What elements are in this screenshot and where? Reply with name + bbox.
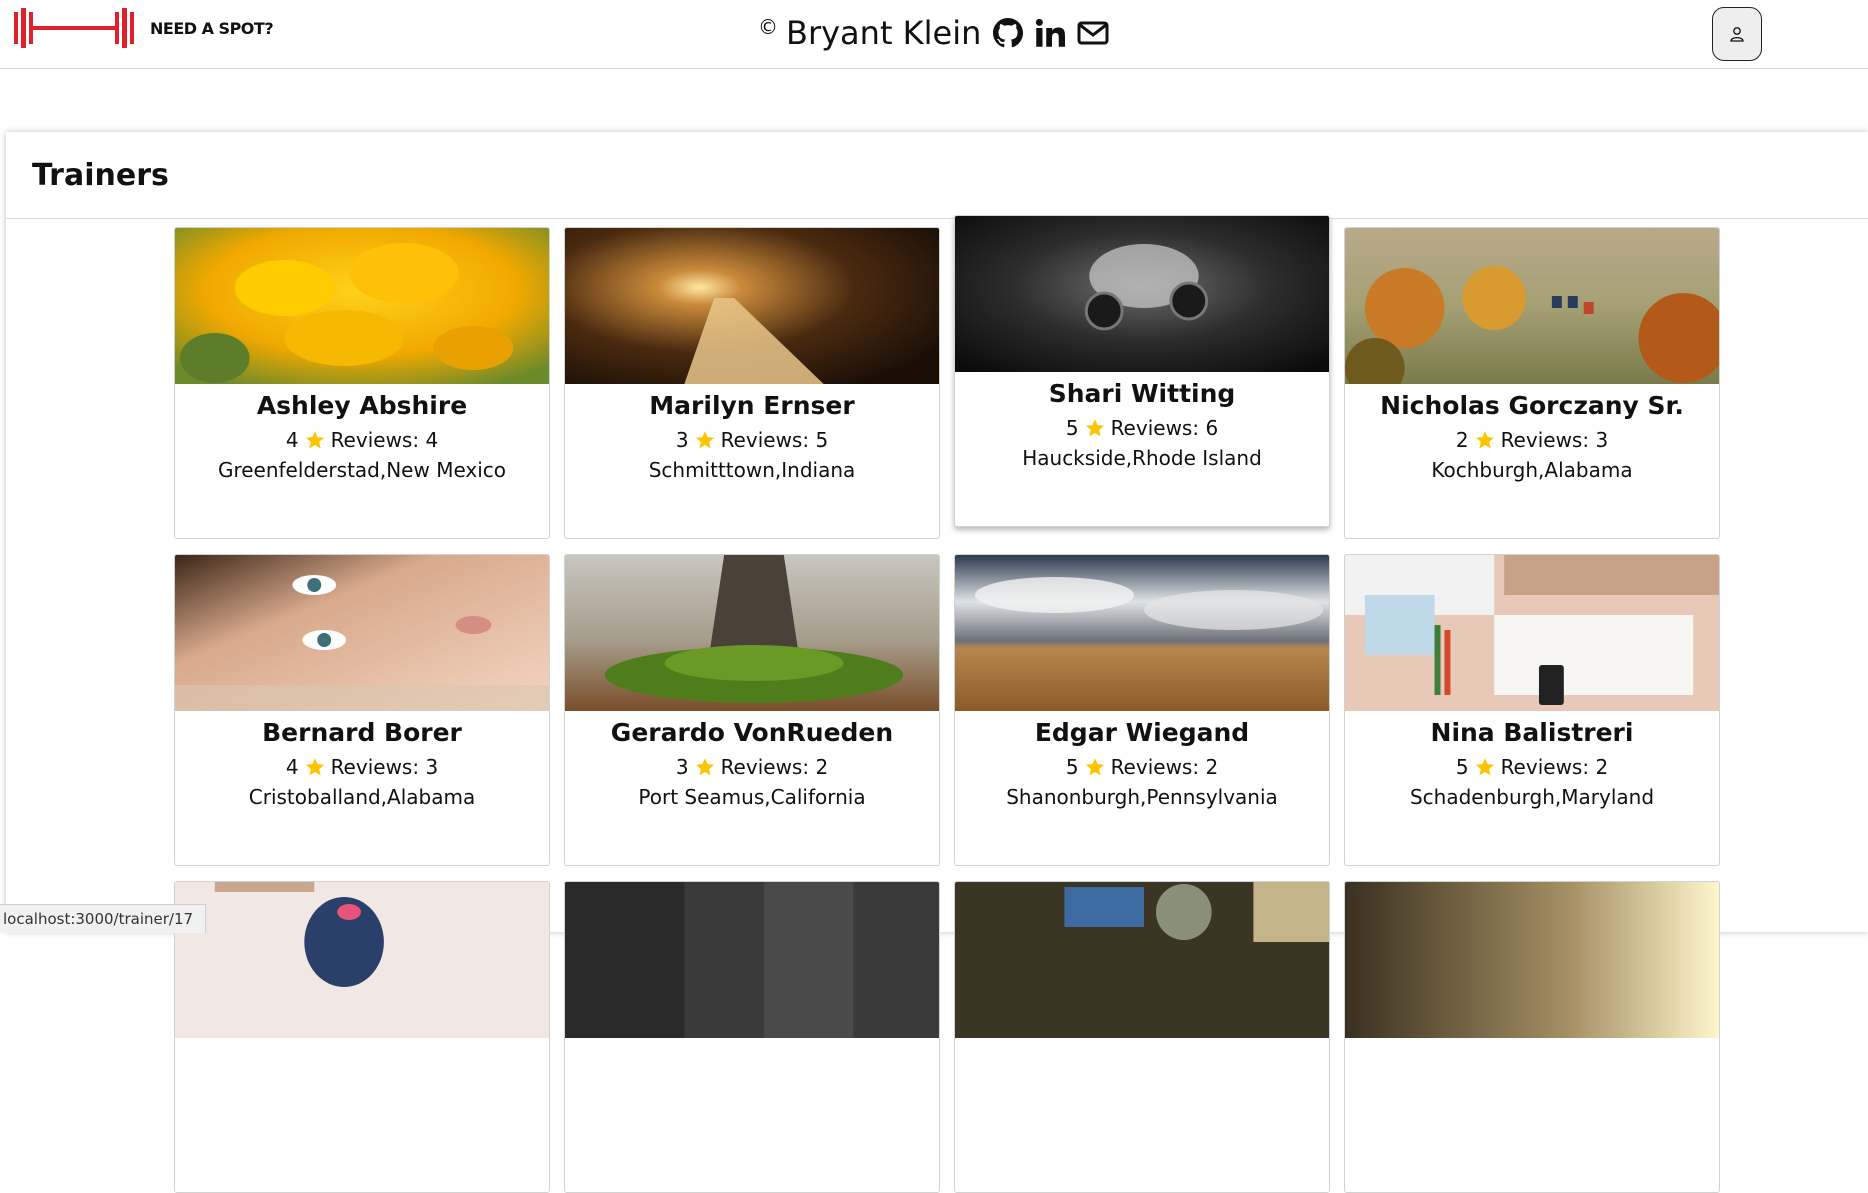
trainer-photo xyxy=(175,555,549,711)
trainer-name: Ashley Abshire xyxy=(256,391,468,420)
trainer-rating: 5 Reviews: 6 xyxy=(955,412,1329,444)
mail-icon[interactable] xyxy=(1077,18,1109,48)
reviews-count: 2 xyxy=(1595,755,1609,779)
trainer-location: Shanonburgh,Pennsylvania xyxy=(1006,785,1278,809)
trainer-card[interactable] xyxy=(174,881,550,1193)
trainer-location: Hauckside,Rhode Island xyxy=(1022,446,1262,470)
trainer-name: Nicholas Gorczany Sr. xyxy=(1380,391,1684,420)
reviews-count: 3 xyxy=(425,755,439,779)
trainer-photo xyxy=(175,882,549,1038)
rating-value: 5 xyxy=(1065,755,1079,779)
trainer-name: Shari Witting xyxy=(1048,379,1236,408)
page-title: Trainers xyxy=(32,157,169,193)
rating-value: 5 xyxy=(1455,755,1469,779)
reviews-count: 4 xyxy=(425,428,439,452)
linkedin-icon[interactable] xyxy=(1035,18,1066,48)
trainer-location: Kochburgh,Alabama xyxy=(1431,458,1633,482)
logo[interactable]: NEED A SPOT? xyxy=(12,6,274,50)
reviews-count: 2 xyxy=(815,755,829,779)
star-icon xyxy=(1475,431,1494,449)
trainer-rating: 5 Reviews: 2 xyxy=(955,751,1329,783)
trainer-rating: 4 Reviews: 4 xyxy=(175,424,549,456)
reviews-label: Reviews: xyxy=(330,428,420,452)
panel-header: Trainers xyxy=(6,132,1868,219)
star-icon xyxy=(695,431,714,449)
trainer-photo xyxy=(1345,228,1719,384)
trainer-name: Nina Balistreri xyxy=(1430,718,1634,747)
barbell-logo-icon xyxy=(14,8,134,48)
trainer-photo xyxy=(565,555,939,711)
reviews-count: 2 xyxy=(1205,755,1219,779)
rating-value: 4 xyxy=(285,428,299,452)
trainer-rating: 5 Reviews: 2 xyxy=(1345,751,1719,783)
user-icon xyxy=(1730,27,1744,42)
trainer-name: Marilyn Ernser xyxy=(649,391,855,420)
rating-value: 3 xyxy=(675,428,689,452)
trainer-card[interactable] xyxy=(564,881,940,1193)
trainer-location: Schadenburgh,Maryland xyxy=(1409,785,1655,809)
trainer-rating: 3 Reviews: 2 xyxy=(565,751,939,783)
trainer-card[interactable]: Bernard Borer 4 Reviews: 3 Cristoballand,… xyxy=(174,554,550,866)
rating-value: 2 xyxy=(1455,428,1469,452)
trainer-card[interactable]: Nina Balistreri 5 Reviews: 2 Schadenburgh… xyxy=(1344,554,1720,866)
trainer-photo xyxy=(1345,882,1719,1038)
trainer-rating: 2 Reviews: 3 xyxy=(1345,424,1719,456)
star-icon xyxy=(1085,419,1104,437)
logo-text: NEED A SPOT? xyxy=(150,18,274,38)
trainer-location: Port Seamus,California xyxy=(638,785,866,809)
reviews-count: 5 xyxy=(815,428,829,452)
rating-value: 5 xyxy=(1065,416,1079,440)
author-name: Bryant Klein xyxy=(786,14,982,52)
reviews-count: 6 xyxy=(1205,416,1219,440)
top-navbar: NEED A SPOT? © Bryant Klein xyxy=(0,0,1868,69)
trainer-location: Greenfelderstad,New Mexico xyxy=(217,458,507,482)
trainer-photo xyxy=(175,228,549,384)
copyright-symbol: © xyxy=(758,15,778,39)
trainer-card[interactable]: Ashley Abshire 4 Reviews: 4 Greenfelderst… xyxy=(174,227,550,539)
trainer-rating: 3 Reviews: 5 xyxy=(565,424,939,456)
user-menu-button[interactable] xyxy=(1712,7,1762,61)
trainer-card[interactable]: Marilyn Ernser 3 Reviews: 5 Schmitttown,I… xyxy=(564,227,940,539)
trainer-photo xyxy=(955,882,1329,1038)
trainer-card[interactable] xyxy=(1344,881,1720,1193)
status-bar-url: localhost:3000/trainer/17 xyxy=(0,904,207,933)
author-credit: © Bryant Klein xyxy=(758,14,1109,52)
github-icon[interactable] xyxy=(993,18,1024,48)
trainer-location: Cristoballand,Alabama xyxy=(248,785,476,809)
trainer-card[interactable]: Nicholas Gorczany Sr. 2 Reviews: 3 Kochbu… xyxy=(1344,227,1720,539)
reviews-label: Reviews: xyxy=(1110,755,1200,779)
rating-value: 4 xyxy=(285,755,299,779)
reviews-label: Reviews: xyxy=(720,755,810,779)
star-icon xyxy=(305,431,324,449)
trainer-photo xyxy=(955,555,1329,711)
trainer-photo xyxy=(1345,555,1719,711)
trainer-photo xyxy=(565,228,939,384)
trainer-photo xyxy=(565,882,939,1038)
reviews-label: Reviews: xyxy=(330,755,420,779)
reviews-label: Reviews: xyxy=(1110,416,1200,440)
reviews-label: Reviews: xyxy=(1500,428,1590,452)
trainer-card[interactable]: Edgar Wiegand 5 Reviews: 2 Shanonburgh,Pe… xyxy=(954,554,1330,866)
trainer-card[interactable]: Gerardo VonRueden 3 Reviews: 2 Port Seamu… xyxy=(564,554,940,866)
trainer-card-hovered[interactable]: Shari Witting 5 Reviews: 6 Hauckside,Rhod… xyxy=(954,215,1330,527)
trainer-name: Bernard Borer xyxy=(262,718,462,747)
star-icon xyxy=(1085,758,1104,776)
trainer-card[interactable] xyxy=(954,881,1330,1193)
reviews-label: Reviews: xyxy=(720,428,810,452)
trainer-rating: 4 Reviews: 3 xyxy=(175,751,549,783)
reviews-count: 3 xyxy=(1595,428,1609,452)
star-icon xyxy=(305,758,324,776)
star-icon xyxy=(1475,758,1494,776)
trainer-name: Gerardo VonRueden xyxy=(610,718,894,747)
star-icon xyxy=(695,758,714,776)
rating-value: 3 xyxy=(675,755,689,779)
reviews-label: Reviews: xyxy=(1500,755,1590,779)
trainer-photo xyxy=(955,216,1329,372)
trainer-location: Schmitttown,Indiana xyxy=(648,458,856,482)
trainer-name: Edgar Wiegand xyxy=(1034,718,1250,747)
